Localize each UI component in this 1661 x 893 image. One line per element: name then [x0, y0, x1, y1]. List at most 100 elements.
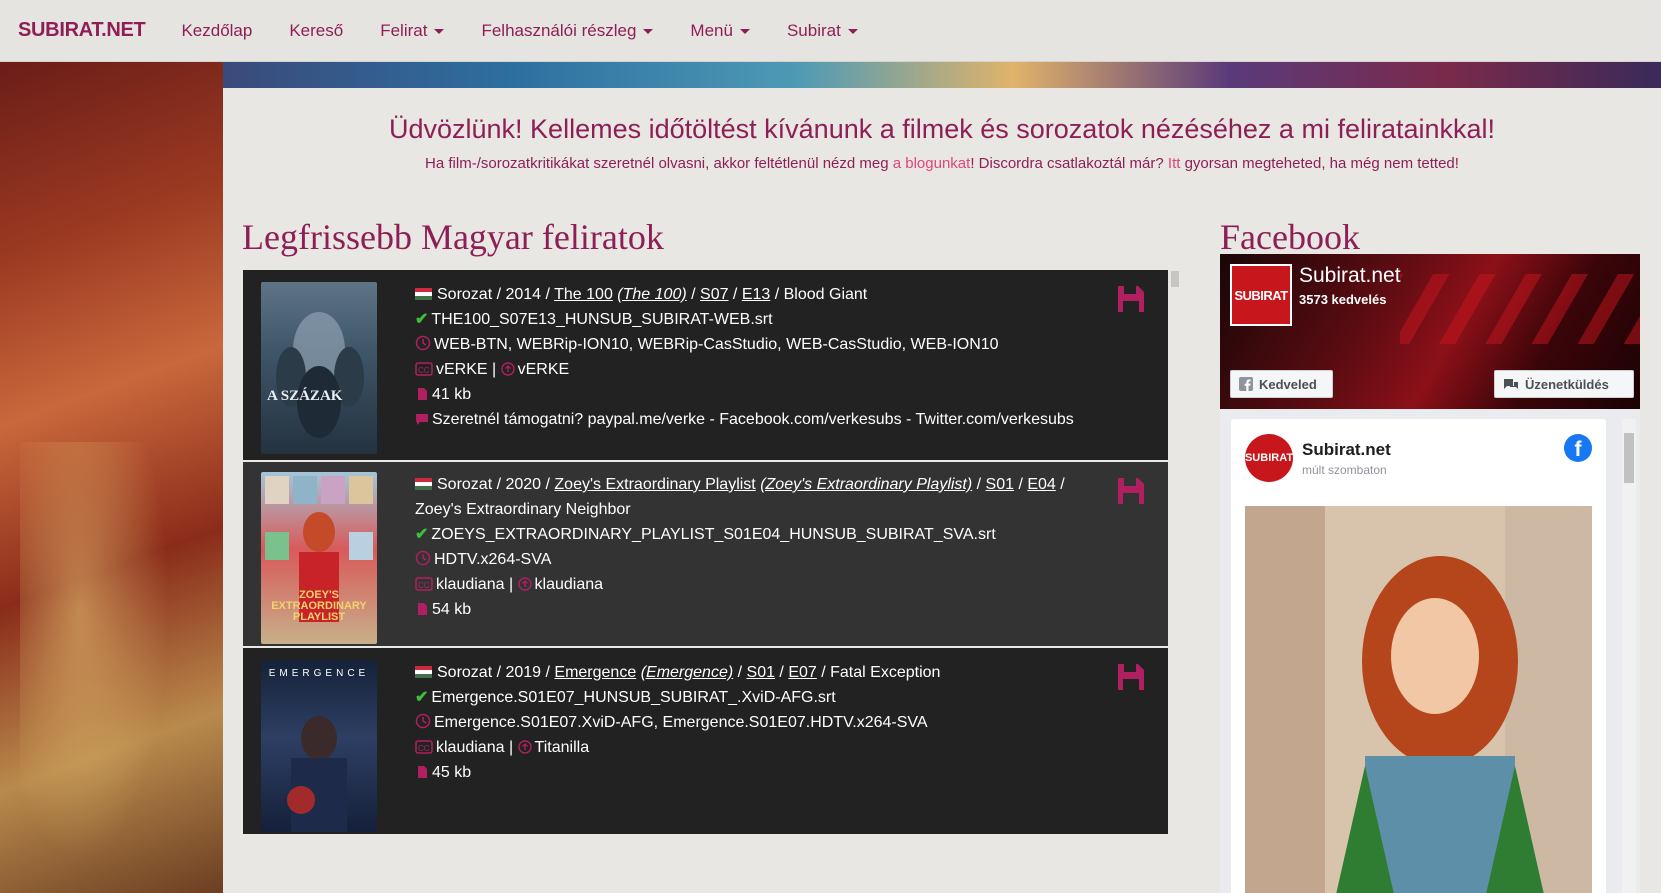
- file-size: 54 kb: [432, 601, 472, 618]
- check-icon: ✔: [415, 311, 429, 328]
- season-link[interactable]: S01: [986, 476, 1014, 493]
- subtitle-list-scrollbar[interactable]: [1171, 271, 1179, 287]
- poster-image[interactable]: EMERGENCE: [261, 660, 377, 832]
- file-size-icon: [418, 766, 427, 778]
- file-size: 41 kb: [432, 386, 472, 403]
- nav-item-label: Subirat: [786, 20, 841, 40]
- season-link[interactable]: S01: [747, 664, 775, 681]
- download-save-icon[interactable]: [1116, 284, 1146, 314]
- facebook-message-button[interactable]: Üzenetküldés: [1494, 370, 1634, 398]
- post-timestamp[interactable]: múlt szombaton: [1302, 463, 1387, 477]
- latest-subtitles-heading: Legfrissebb Magyar feliratok: [242, 217, 664, 257]
- release-list: WEB-BTN, WEBRip-ION10, WEBRip-CasStudio,…: [434, 336, 999, 353]
- uploader-name[interactable]: vERKE: [518, 361, 570, 378]
- facebook-post: SUBIRAT Subirat.net múlt szombaton f: [1231, 419, 1606, 893]
- subtitle-info: Sorozat / 2019 / Emergence (Emergence) /…: [415, 660, 1080, 785]
- season-link[interactable]: S07: [700, 286, 728, 303]
- welcome-subtitle: Ha film-/sorozatkritikákat szeretnél olv…: [223, 155, 1661, 172]
- post-avatar[interactable]: SUBIRAT: [1245, 434, 1293, 482]
- clock-icon: [415, 335, 431, 351]
- welcome-text: Ha film-/sorozatkritikákat szeretnél olv…: [425, 155, 893, 172]
- hungarian-flag-icon: [415, 288, 432, 300]
- upload-icon: [517, 740, 532, 754]
- subtitle-info: Sorozat / 2020 / Zoey's Extraordinary Pl…: [415, 472, 1080, 622]
- show-original-link[interactable]: (Emergence): [641, 664, 733, 681]
- show-original-link[interactable]: (The 100): [617, 286, 686, 303]
- svg-text:CC: CC: [418, 744, 430, 753]
- cc-icon: CC: [415, 740, 433, 754]
- poster-image[interactable]: ZOEY'S EXTRAORDINARY PLAYLIST: [261, 472, 377, 644]
- subtitle-header-line: Sorozat / 2019 / Emergence (Emergence) /…: [415, 660, 1080, 685]
- subtitle-info: Sorozat / 2014 / The 100 (The 100) / S07…: [415, 282, 1080, 432]
- release-list: HDTV.x264-SVA: [434, 551, 552, 568]
- type-year: Sorozat / 2014 /: [437, 286, 555, 303]
- nav-item-label: Menü: [690, 20, 733, 40]
- facebook-like-button[interactable]: Kedveled: [1230, 370, 1333, 398]
- post-photo-art: [1245, 506, 1592, 893]
- blog-link[interactable]: a blogunkat: [893, 155, 971, 172]
- facebook-logo-icon[interactable]: f: [1564, 434, 1592, 462]
- episode-link[interactable]: E07: [788, 664, 816, 681]
- nav-item-subirat-dropdown[interactable]: Subirat: [787, 21, 858, 41]
- translator-name[interactable]: klaudiana: [436, 576, 505, 593]
- download-save-icon[interactable]: [1116, 476, 1146, 506]
- top-navbar: SUBIRAT.NET Kezdőlap Kereső Felirat Felh…: [0, 0, 1661, 62]
- file-size: 45 kb: [432, 764, 472, 781]
- facebook-page-widget: SUBIRAT Subirat.net 3573 kedvelés Kedvel…: [1220, 254, 1640, 893]
- file-size-icon: [418, 388, 427, 400]
- episode-title: / Fatal Exception: [816, 664, 941, 681]
- comment-icon: [416, 414, 428, 425]
- post-photo[interactable]: [1245, 506, 1592, 893]
- check-icon: ✔: [415, 689, 429, 706]
- subtitle-filename: ZOEYS_EXTRAORDINARY_PLAYLIST_S01E04_HUNS…: [431, 526, 996, 543]
- poster-art: [287, 716, 347, 832]
- type-year: Sorozat / 2019 /: [437, 664, 555, 681]
- scrollbar-thumb[interactable]: [1624, 433, 1634, 483]
- uploader-name[interactable]: Titanilla: [535, 739, 590, 756]
- facebook-page-logo[interactable]: SUBIRAT: [1230, 264, 1292, 326]
- episode-link[interactable]: E13: [742, 286, 770, 303]
- subtitle-card: EMERGENCE Sorozat / 2019 / Emergence (Em…: [243, 648, 1168, 836]
- subtitle-header-line: Sorozat / 2020 / Zoey's Extraordinary Pl…: [415, 476, 1065, 518]
- facebook-heading: Facebook: [1220, 217, 1360, 257]
- background-artwork-left: [0, 62, 223, 893]
- facebook-cover-image[interactable]: SUBIRAT Subirat.net 3573 kedvelés Kedvel…: [1220, 254, 1640, 409]
- nav-item-label: Felirat: [380, 20, 428, 40]
- show-link[interactable]: Emergence: [554, 664, 636, 681]
- caret-down-icon: [434, 29, 445, 34]
- translator-name[interactable]: vERKE: [436, 361, 488, 378]
- translator-name[interactable]: klaudiana: [436, 739, 505, 756]
- svg-text:CC: CC: [418, 581, 430, 590]
- nav-item-user-dropdown[interactable]: Felhasználói részleg: [481, 21, 654, 41]
- main-content: Üdvözlünk! Kellemes időtöltést kívánunk …: [223, 88, 1661, 893]
- subtitle-filename: THE100_S07E13_HUNSUB_SUBIRAT-WEB.srt: [431, 311, 773, 328]
- uploader-name[interactable]: klaudiana: [535, 576, 604, 593]
- show-link[interactable]: The 100: [554, 286, 613, 303]
- welcome-title: Üdvözlünk! Kellemes időtöltést kívánunk …: [388, 114, 1496, 144]
- facebook-like-count: 3573 kedvelés: [1299, 292, 1387, 307]
- poster-image[interactable]: A SZÁZAK: [261, 282, 377, 454]
- facebook-feed: SUBIRAT Subirat.net múlt szombaton f: [1220, 409, 1640, 893]
- episode-link[interactable]: E04: [1027, 476, 1055, 493]
- show-original-link[interactable]: (Zoey's Extraordinary Playlist): [760, 476, 972, 493]
- subtitle-card: ZOEY'S EXTRAORDINARY PLAYLIST Sorozat / …: [243, 462, 1168, 648]
- facebook-feed-scrollbar[interactable]: [1622, 419, 1636, 893]
- message-icon: [1504, 379, 1518, 389]
- nav-item-search[interactable]: Kereső: [289, 21, 343, 41]
- nav-item-home[interactable]: Kezdőlap: [181, 21, 252, 41]
- file-size-icon: [418, 603, 427, 615]
- show-link[interactable]: Zoey's Extraordinary Playlist: [554, 476, 755, 493]
- post-author-name[interactable]: Subirat.net: [1302, 440, 1391, 460]
- svg-text:CC: CC: [418, 366, 430, 375]
- brand-logo[interactable]: SUBIRAT.NET: [0, 19, 163, 42]
- subtitle-header-line: Sorozat / 2014 / The 100 (The 100) / S07…: [415, 282, 1080, 307]
- caret-down-icon: [643, 29, 654, 34]
- download-save-icon[interactable]: [1116, 662, 1146, 692]
- poster-title: ZOEY'S EXTRAORDINARY PLAYLIST: [271, 589, 367, 623]
- nav-item-menu-dropdown[interactable]: Menü: [690, 21, 750, 41]
- cc-icon: CC: [415, 577, 433, 591]
- discord-link[interactable]: Itt: [1168, 155, 1181, 172]
- upload-icon: [500, 362, 515, 376]
- nav-item-subtitle-dropdown[interactable]: Felirat: [380, 20, 445, 41]
- facebook-page-name[interactable]: Subirat.net: [1299, 264, 1401, 288]
